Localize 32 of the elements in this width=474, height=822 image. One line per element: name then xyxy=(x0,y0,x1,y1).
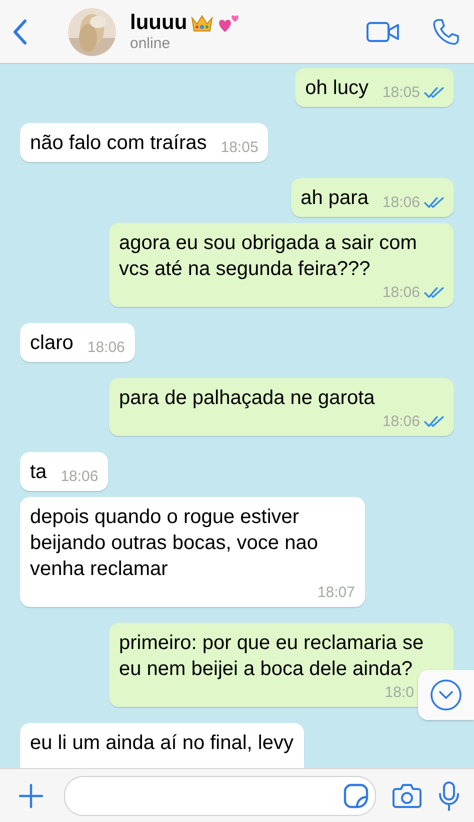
message-time: 18:07 xyxy=(317,584,355,601)
message-text: claro xyxy=(30,331,74,356)
message-time: 18:06 xyxy=(382,284,420,301)
message-text: oh lucy xyxy=(305,76,368,101)
message-field[interactable] xyxy=(64,776,376,816)
back-icon[interactable] xyxy=(12,18,28,44)
message-text: primeiro: por que eu reclamaria se eu nem beijei a boca dele ainda? xyxy=(119,631,425,682)
scroll-down-button[interactable] xyxy=(418,670,474,720)
message-text: eu li um ainda aí no final, levy xyxy=(30,731,294,756)
message-text: depois quando o rogue estiver beijando outras bocas, voce nao venha reclamar xyxy=(30,505,319,582)
chevron-down-icon xyxy=(430,679,462,711)
contact-name: luuuu xyxy=(130,11,188,35)
message-time: 18:06 xyxy=(60,468,98,485)
microphone-icon[interactable] xyxy=(438,780,460,810)
phone-icon[interactable] xyxy=(432,18,460,46)
message-text: para de palhaçada ne garota xyxy=(119,386,376,411)
camera-icon[interactable] xyxy=(392,782,422,808)
message-time: 18:06 xyxy=(382,194,420,211)
sticker-icon[interactable] xyxy=(343,782,369,808)
message-text: não falo com traíras xyxy=(30,131,207,156)
plus-icon[interactable] xyxy=(18,782,44,808)
video-call-icon[interactable] xyxy=(366,20,400,42)
message-time: 18:05 xyxy=(220,139,258,156)
message-text: ah para xyxy=(300,186,368,211)
message-time: 18:05 xyxy=(382,84,420,101)
contact-status: online xyxy=(130,35,172,52)
message-time: 18:06 xyxy=(382,413,420,430)
crown-icon xyxy=(190,13,214,33)
message-text: ta xyxy=(30,460,47,485)
message-time: 18:0 xyxy=(384,684,414,701)
message-text: agora eu sou obrigada a sair com vcs até na segunda feira??? xyxy=(119,231,418,282)
message-time: 18:06 xyxy=(87,339,125,356)
